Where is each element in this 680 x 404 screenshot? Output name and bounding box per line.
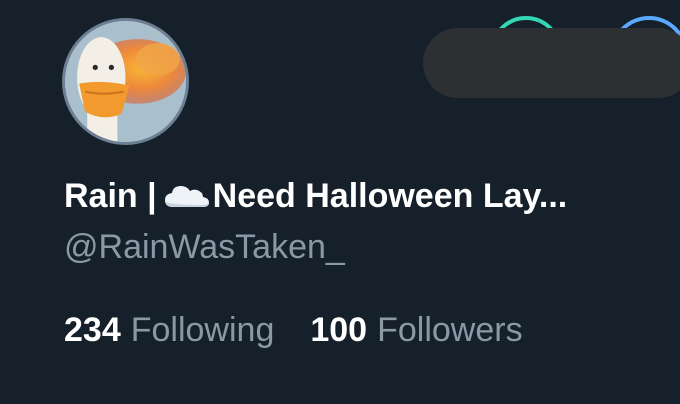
following-count: 234	[64, 311, 121, 349]
profile-handle: @RainWasTaken_	[64, 228, 345, 266]
followers-count: 100	[310, 311, 368, 349]
following-stat[interactable]: 234 Following	[64, 308, 274, 352]
redaction-block	[423, 28, 680, 98]
profile-avatar[interactable]	[62, 18, 189, 145]
followers-label: Followers	[377, 311, 523, 349]
followers-stat[interactable]: 100 Followers	[310, 308, 522, 352]
name-prefix: Rain |	[64, 177, 157, 215]
header-actions	[420, 16, 680, 104]
name-suffix: Need Halloween Lay...	[212, 177, 568, 215]
following-label: Following	[130, 311, 275, 349]
cloud-icon	[163, 181, 211, 211]
duck-avatar-image	[65, 21, 186, 142]
profile-display-name: Rain | Need Halloween Lay...	[64, 174, 567, 218]
profile-stats: 234 Following 100 Followers	[64, 308, 523, 352]
